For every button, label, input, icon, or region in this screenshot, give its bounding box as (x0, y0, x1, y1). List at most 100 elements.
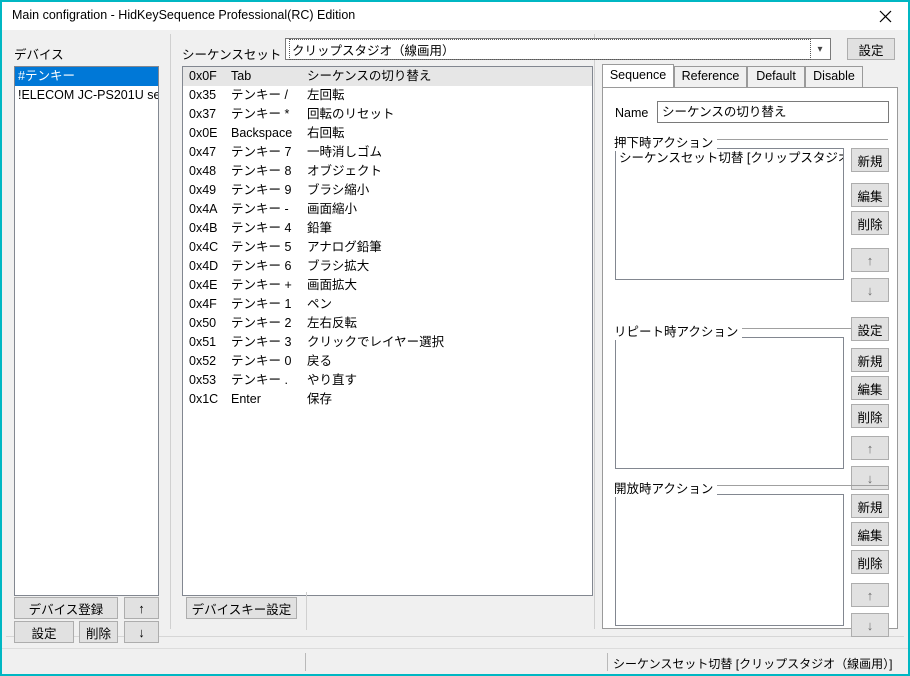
repeat-action-settings-button[interactable]: 設定 (851, 317, 889, 341)
status-pane-3: シーケンスセット切替 [クリップスタジオ（線画用）] (613, 657, 893, 671)
press-action-delete-button[interactable]: 削除 (851, 211, 889, 235)
sequence-key-list[interactable]: 0x0F Tab シーケンスの切り替え 0x35 テンキー / 左回転 0x37 テンキー *… (182, 66, 593, 596)
table-row[interactable]: 0x4D テンキー 6 ブラシ拡大 (183, 257, 592, 276)
sequence-set-combo-value: クリップスタジオ（線画用） (289, 38, 811, 60)
table-row[interactable]: 0x35 テンキー / 左回転 (183, 86, 592, 105)
table-row[interactable]: 0x0F Tab シーケンスの切り替え (183, 67, 592, 86)
sequence-set-label: シーケンスセット (182, 48, 282, 62)
row-key: テンキー 9 (231, 183, 292, 197)
press-action-down-button[interactable]: ↓ (851, 278, 889, 302)
row-key: Enter (231, 392, 261, 406)
row-key: テンキー * (231, 107, 290, 121)
row-key: テンキー / (231, 88, 288, 102)
chevron-down-icon[interactable]: ▾ (810, 44, 830, 55)
detail-tab-page: Name シーケンスの切り替え 押下時アクション シーケンスセット切替 [クリッ… (602, 87, 898, 637)
release-action-down-button[interactable]: ↓ (851, 613, 889, 637)
name-input[interactable]: シーケンスの切り替え (657, 101, 889, 123)
device-delete-button[interactable]: 削除 (79, 621, 118, 643)
device-register-button[interactable]: デバイス登録 (14, 597, 118, 619)
release-action-up-button[interactable]: ↑ (851, 583, 889, 607)
row-description: ブラシ拡大 (307, 259, 370, 273)
release-action-new-button[interactable]: 新規 (851, 494, 889, 518)
panel-separator-left (170, 34, 171, 629)
table-row[interactable]: 0x53 テンキー . やり直す (183, 371, 592, 390)
repeat-action-down-button[interactable]: ↓ (851, 466, 889, 490)
title-bar: Main configration - HidKeySequence Profe… (2, 2, 908, 30)
table-row[interactable]: 0x49 テンキー 9 ブラシ縮小 (183, 181, 592, 200)
row-code: 0x48 (189, 164, 217, 178)
row-description: 右回転 (307, 126, 345, 140)
repeat-action-edit-button[interactable]: 編集 (851, 376, 889, 400)
row-code: 0x4D (189, 259, 219, 273)
row-code: 0x37 (189, 107, 217, 121)
device-move-up-button[interactable]: ↑ (124, 597, 159, 619)
release-action-list[interactable] (615, 494, 844, 626)
application-window: Main configration - HidKeySequence Profe… (0, 0, 910, 676)
table-row[interactable]: 0x1C Enter 保存 (183, 390, 592, 409)
row-key: テンキー 1 (231, 297, 292, 311)
row-description: 左右反転 (307, 316, 358, 330)
close-icon[interactable] (862, 2, 908, 30)
row-key: テンキー 2 (231, 316, 292, 330)
table-row[interactable]: 0x0E Backspace 右回転 (183, 124, 592, 143)
press-action-line (699, 139, 888, 140)
row-key: テンキー 5 (231, 240, 292, 254)
table-row[interactable]: 0x4B テンキー 4 鉛筆 (183, 219, 592, 238)
device-list[interactable]: #テンキー !ELECOM JC-PS201U ser (14, 66, 159, 596)
press-action-new-button[interactable]: 新規 (851, 148, 889, 172)
device-move-down-button[interactable]: ↓ (124, 621, 159, 643)
table-row[interactable]: 0x37 テンキー * 回転のリセット (183, 105, 592, 124)
press-action-list[interactable]: シーケンスセット切替 [クリップスタジオ（色塗り用 (615, 148, 844, 280)
row-code: 0x0E (189, 126, 218, 140)
release-action-edit-button[interactable]: 編集 (851, 522, 889, 546)
list-item[interactable]: シーケンスセット切替 [クリップスタジオ（色塗り用 (616, 149, 843, 168)
press-action-up-button[interactable]: ↑ (851, 248, 889, 272)
detail-tabstrip: Sequence Reference Default Disable (602, 64, 898, 88)
table-row[interactable]: 0x4E テンキー + 画面拡大 (183, 276, 592, 295)
device-key-settings-button[interactable]: デバイスキー設定 (186, 597, 297, 619)
row-code: 0x53 (189, 373, 217, 387)
tab-disable[interactable]: Disable (805, 66, 863, 87)
table-row[interactable]: 0x47 テンキー 7 一時消しゴム (183, 143, 592, 162)
table-row[interactable]: 0x4A テンキー - 画面縮小 (183, 200, 592, 219)
row-key: テンキー + (231, 278, 292, 292)
row-description: アナログ鉛筆 (307, 240, 382, 254)
client-area: デバイス #テンキー !ELECOM JC-PS201U ser デバイス登録 … (2, 30, 908, 674)
release-action-delete-button[interactable]: 削除 (851, 550, 889, 574)
row-description: 保存 (307, 392, 333, 406)
repeat-action-new-button[interactable]: 新規 (851, 348, 889, 372)
row-description: 回転のリセット (307, 107, 395, 121)
table-row[interactable]: 0x52 テンキー 0 戻る (183, 352, 592, 371)
row-description: 左回転 (307, 88, 345, 102)
window-title: Main configration - HidKeySequence Profe… (12, 8, 356, 22)
row-code: 0x4E (189, 278, 218, 292)
row-key: テンキー . (231, 373, 288, 387)
repeat-action-delete-button[interactable]: 削除 (851, 404, 889, 428)
tab-reference[interactable]: Reference (674, 66, 747, 87)
repeat-action-up-button[interactable]: ↑ (851, 436, 889, 460)
sequence-set-settings-button[interactable]: 設定 (847, 38, 895, 60)
row-key: Backspace (231, 126, 293, 140)
device-settings-button[interactable]: 設定 (14, 621, 74, 643)
table-row[interactable]: 0x48 テンキー 8 オブジェクト (183, 162, 592, 181)
list-item[interactable]: !ELECOM JC-PS201U ser (15, 86, 158, 105)
sequence-footer-separator (306, 592, 307, 630)
tab-default[interactable]: Default (747, 66, 805, 87)
table-row[interactable]: 0x4C テンキー 5 アナログ鉛筆 (183, 238, 592, 257)
table-row[interactable]: 0x4F テンキー 1 ペン (183, 295, 592, 314)
row-code: 0x50 (189, 316, 217, 330)
table-row[interactable]: 0x50 テンキー 2 左右反転 (183, 314, 592, 333)
table-row[interactable]: 0x51 テンキー 3 クリックでレイヤー選択 (183, 333, 592, 352)
row-description: 一時消しゴム (307, 145, 383, 159)
row-description: ペン (307, 297, 333, 311)
row-description: 画面拡大 (307, 278, 358, 292)
press-action-edit-button[interactable]: 編集 (851, 183, 889, 207)
status-bar: シーケンスセット切替 [クリップスタジオ（線画用）] (2, 648, 908, 674)
sequence-set-combobox[interactable]: クリップスタジオ（線画用） ▾ (285, 38, 831, 60)
row-key: テンキー 0 (231, 354, 292, 368)
list-item[interactable]: #テンキー (15, 67, 158, 86)
tab-sequence[interactable]: Sequence (602, 64, 674, 87)
row-key: テンキー - (231, 202, 289, 216)
repeat-action-list[interactable] (615, 337, 844, 469)
press-action-title: 押下時アクション (614, 132, 718, 151)
